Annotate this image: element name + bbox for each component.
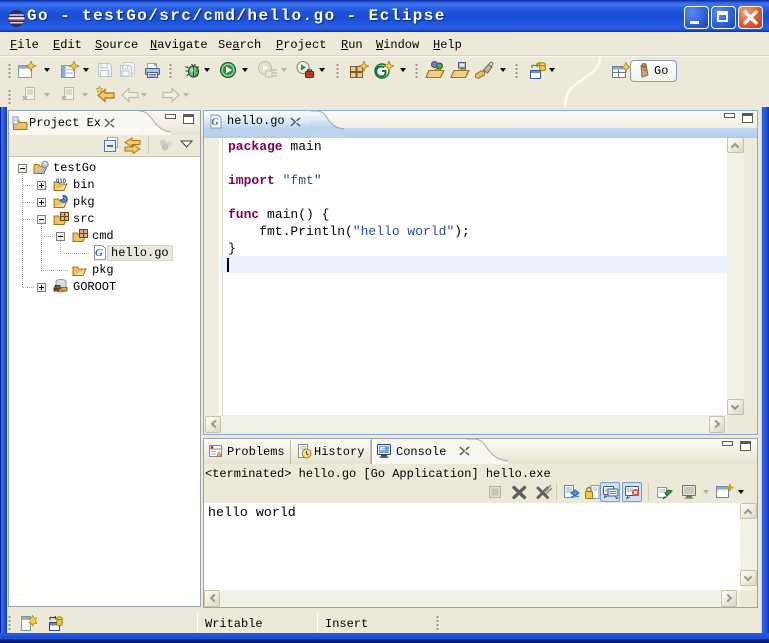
svg-text:G: G xyxy=(212,117,220,128)
svg-text:010: 010 xyxy=(56,179,67,185)
svg-text:G: G xyxy=(95,247,103,259)
